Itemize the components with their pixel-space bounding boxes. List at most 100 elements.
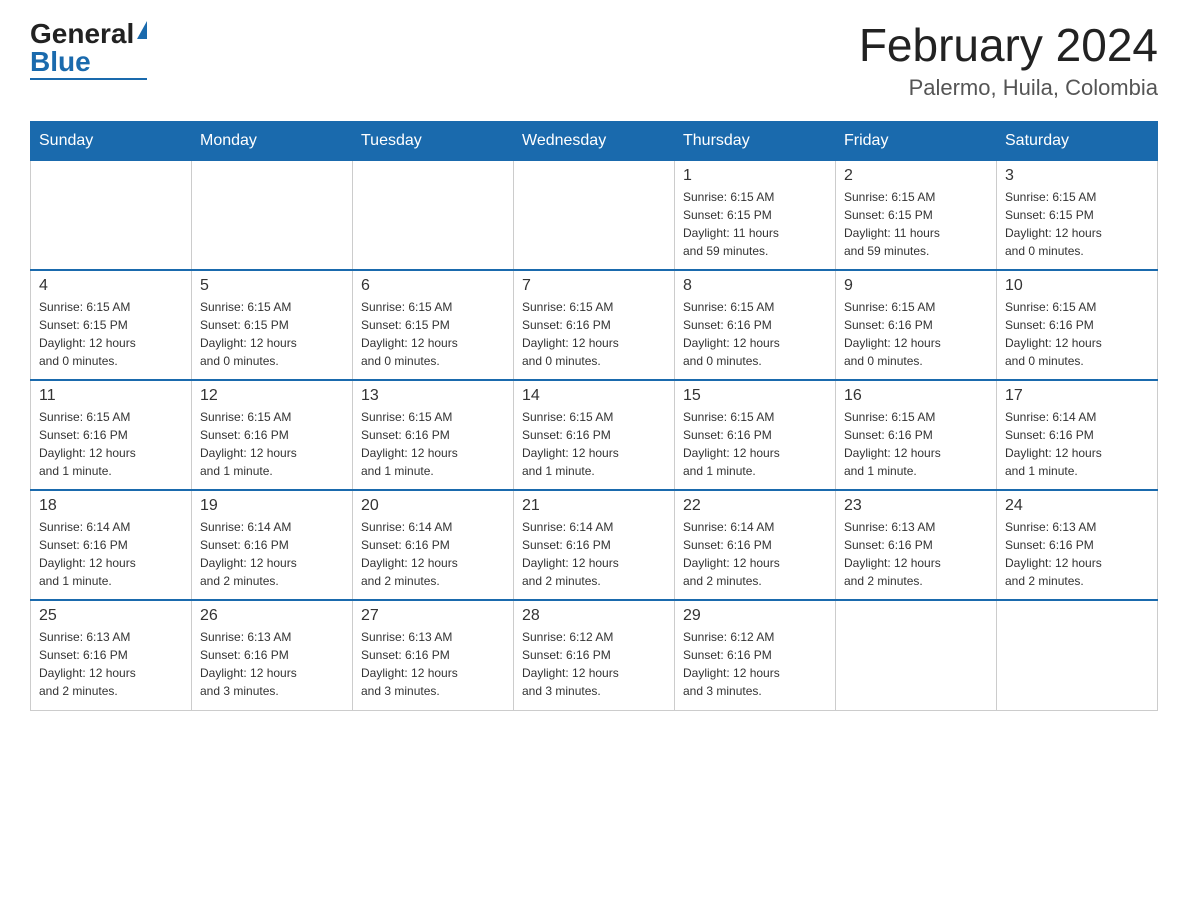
day-info: Sunrise: 6:12 AMSunset: 6:16 PMDaylight:… [683, 628, 827, 700]
day-number: 27 [361, 607, 505, 625]
day-info: Sunrise: 6:15 AMSunset: 6:16 PMDaylight:… [361, 408, 505, 480]
header-sunday: Sunday [31, 121, 192, 160]
table-row: 23 Sunrise: 6:13 AMSunset: 6:16 PMDayligh… [836, 490, 997, 600]
header-friday: Friday [836, 121, 997, 160]
logo: General Blue [30, 20, 147, 80]
table-row: 22 Sunrise: 6:14 AMSunset: 6:16 PMDayligh… [675, 490, 836, 600]
day-number: 29 [683, 607, 827, 625]
table-row: 4 Sunrise: 6:15 AMSunset: 6:15 PMDaylight… [31, 270, 192, 380]
month-title: February 2024 [859, 20, 1158, 71]
day-number: 23 [844, 497, 988, 515]
table-row: 18 Sunrise: 6:14 AMSunset: 6:16 PMDayligh… [31, 490, 192, 600]
day-info: Sunrise: 6:15 AMSunset: 6:15 PMDaylight:… [361, 298, 505, 370]
calendar-week-row: 1 Sunrise: 6:15 AMSunset: 6:15 PMDaylight… [31, 160, 1158, 270]
day-number: 12 [200, 387, 344, 405]
table-row [514, 160, 675, 270]
table-row: 7Sunrise: 6:15 AMSunset: 6:16 PMDaylight… [514, 270, 675, 380]
table-row: 5 Sunrise: 6:15 AMSunset: 6:15 PMDaylight… [192, 270, 353, 380]
table-row [836, 600, 997, 710]
day-number: 17 [1005, 387, 1149, 405]
day-number: 13 [361, 387, 505, 405]
weekday-header-row: Sunday Monday Tuesday Wednesday Thursday… [31, 121, 1158, 160]
day-info: Sunrise: 6:15 AMSunset: 6:15 PMDaylight:… [844, 188, 988, 260]
table-row [353, 160, 514, 270]
header-tuesday: Tuesday [353, 121, 514, 160]
table-row: 9 Sunrise: 6:15 AMSunset: 6:16 PMDaylight… [836, 270, 997, 380]
day-number: 2 [844, 167, 988, 185]
calendar-table: Sunday Monday Tuesday Wednesday Thursday… [30, 121, 1158, 711]
day-info: Sunrise: 6:13 AMSunset: 6:16 PMDaylight:… [39, 628, 183, 700]
table-row: 6 Sunrise: 6:15 AMSunset: 6:15 PMDaylight… [353, 270, 514, 380]
day-number: 26 [200, 607, 344, 625]
logo-blue-text: Blue [30, 48, 91, 76]
day-info: Sunrise: 6:15 AMSunset: 6:16 PMDaylight:… [683, 408, 827, 480]
day-info: Sunrise: 6:13 AMSunset: 6:16 PMDaylight:… [361, 628, 505, 700]
day-number: 15 [683, 387, 827, 405]
day-number: 18 [39, 497, 183, 515]
day-info: Sunrise: 6:15 AMSunset: 6:16 PMDaylight:… [200, 408, 344, 480]
table-row: 25 Sunrise: 6:13 AMSunset: 6:16 PMDayligh… [31, 600, 192, 710]
table-row: 19 Sunrise: 6:14 AMSunset: 6:16 PMDayligh… [192, 490, 353, 600]
day-number: 4 [39, 277, 183, 295]
table-row [31, 160, 192, 270]
day-info: Sunrise: 6:14 AMSunset: 6:16 PMDaylight:… [361, 518, 505, 590]
day-info: Sunrise: 6:13 AMSunset: 6:16 PMDaylight:… [1005, 518, 1149, 590]
day-number: 16 [844, 387, 988, 405]
day-number: 11 [39, 387, 183, 405]
table-row: 16 Sunrise: 6:15 AMSunset: 6:16 PMDayligh… [836, 380, 997, 490]
day-number: 9 [844, 277, 988, 295]
table-row: 1 Sunrise: 6:15 AMSunset: 6:15 PMDaylight… [675, 160, 836, 270]
table-row: 27 Sunrise: 6:13 AMSunset: 6:16 PMDayligh… [353, 600, 514, 710]
day-info: Sunrise: 6:14 AMSunset: 6:16 PMDaylight:… [522, 518, 666, 590]
table-row: 29 Sunrise: 6:12 AMSunset: 6:16 PMDayligh… [675, 600, 836, 710]
day-number: 5 [200, 277, 344, 295]
day-info: Sunrise: 6:15 AMSunset: 6:16 PMDaylight:… [844, 408, 988, 480]
table-row: 8 Sunrise: 6:15 AMSunset: 6:16 PMDaylight… [675, 270, 836, 380]
day-number: 22 [683, 497, 827, 515]
day-number: 28 [522, 607, 666, 625]
day-number: 25 [39, 607, 183, 625]
day-info: Sunrise: 6:12 AMSunset: 6:16 PMDaylight:… [522, 628, 666, 700]
table-row: 11Sunrise: 6:15 AMSunset: 6:16 PMDayligh… [31, 380, 192, 490]
day-info: Sunrise: 6:15 AMSunset: 6:15 PMDaylight:… [683, 188, 827, 260]
day-number: 1 [683, 167, 827, 185]
header-thursday: Thursday [675, 121, 836, 160]
day-info: Sunrise: 6:14 AMSunset: 6:16 PMDaylight:… [200, 518, 344, 590]
day-number: 14 [522, 387, 666, 405]
location-title: Palermo, Huila, Colombia [859, 75, 1158, 101]
table-row: 26 Sunrise: 6:13 AMSunset: 6:16 PMDayligh… [192, 600, 353, 710]
table-row: 24 Sunrise: 6:13 AMSunset: 6:16 PMDayligh… [997, 490, 1158, 600]
day-info: Sunrise: 6:15 AMSunset: 6:15 PMDaylight:… [200, 298, 344, 370]
table-row: 2 Sunrise: 6:15 AMSunset: 6:15 PMDaylight… [836, 160, 997, 270]
table-row: 17Sunrise: 6:14 AMSunset: 6:16 PMDayligh… [997, 380, 1158, 490]
day-info: Sunrise: 6:15 AMSunset: 6:16 PMDaylight:… [683, 298, 827, 370]
title-section: February 2024 Palermo, Huila, Colombia [859, 20, 1158, 101]
day-info: Sunrise: 6:14 AMSunset: 6:16 PMDaylight:… [683, 518, 827, 590]
logo-general-text: General [30, 20, 134, 48]
day-number: 24 [1005, 497, 1149, 515]
day-info: Sunrise: 6:15 AMSunset: 6:16 PMDaylight:… [844, 298, 988, 370]
day-info: Sunrise: 6:14 AMSunset: 6:16 PMDaylight:… [39, 518, 183, 590]
table-row: 20 Sunrise: 6:14 AMSunset: 6:16 PMDayligh… [353, 490, 514, 600]
day-info: Sunrise: 6:13 AMSunset: 6:16 PMDaylight:… [200, 628, 344, 700]
table-row: 12 Sunrise: 6:15 AMSunset: 6:16 PMDayligh… [192, 380, 353, 490]
logo-underline [30, 78, 147, 80]
day-info: Sunrise: 6:13 AMSunset: 6:16 PMDaylight:… [844, 518, 988, 590]
day-number: 19 [200, 497, 344, 515]
calendar-week-row: 11 Sunrise: 6:15 AMSunset: 6:16 PMDayligh… [31, 380, 1158, 490]
day-number: 21 [522, 497, 666, 515]
calendar-week-row: 18 Sunrise: 6:14 AMSunset: 6:16 PMDayligh… [31, 490, 1158, 600]
table-row: 13 Sunrise: 6:15 AMSunset: 6:16 PMDayligh… [353, 380, 514, 490]
day-info: Sunrise: 6:15 AMSunset: 6:16 PMDaylight:… [522, 298, 666, 370]
page-header: General Blue February 2024 Palermo, Huil… [30, 20, 1158, 101]
table-row: 28 Sunrise: 6:12 AMSunset: 6:16 PMDayligh… [514, 600, 675, 710]
day-number: 3 [1005, 167, 1149, 185]
day-number: 6 [361, 277, 505, 295]
table-row [997, 600, 1158, 710]
day-number: 8 [683, 277, 827, 295]
table-row: 21 Sunrise: 6:14 AMSunset: 6:16 PMDayligh… [514, 490, 675, 600]
day-number: 20 [361, 497, 505, 515]
calendar-week-row: 25 Sunrise: 6:13 AMSunset: 6:16 PMDayligh… [31, 600, 1158, 710]
day-info: Sunrise: 6:15 AMSunset: 6:15 PMDaylight:… [39, 298, 183, 370]
day-info: Sunrise: 6:15 AMSunset: 6:16 PMDaylight:… [1005, 298, 1149, 370]
